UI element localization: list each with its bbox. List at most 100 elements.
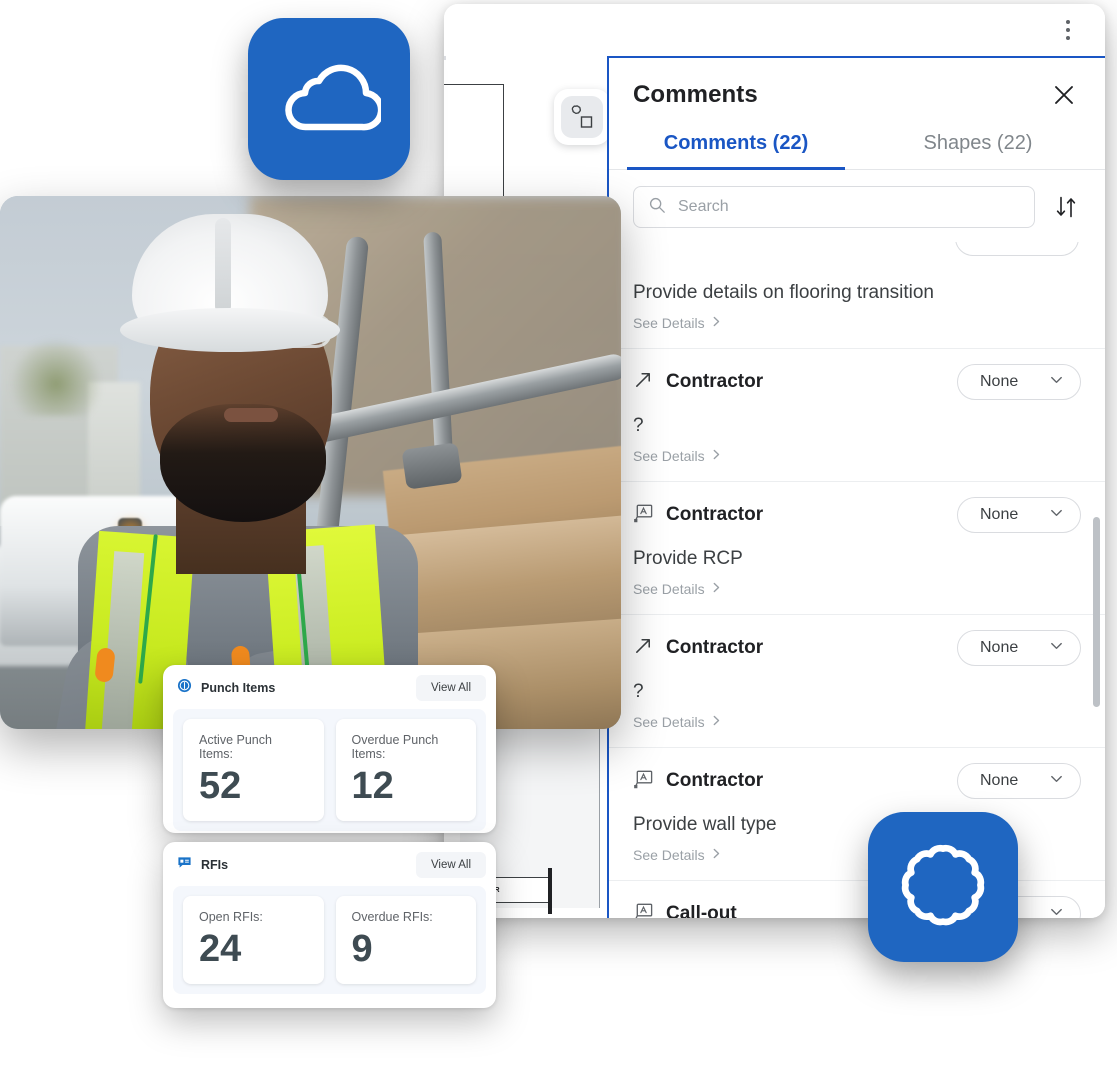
see-details-label: See Details <box>633 448 705 464</box>
tab-comments-label: Comments (22) <box>663 132 809 154</box>
metric-overdue-punch-items: Overdue Punch Items: 12 <box>335 719 476 821</box>
chevron-right-icon <box>711 580 722 598</box>
rfis-header: RFIs View All <box>163 842 496 886</box>
comments-panel-tabs: Comments (22) Shapes (22) <box>609 124 1105 170</box>
see-details-link[interactable]: See Details <box>633 713 1081 731</box>
status-dropdown-value: None <box>980 506 1019 523</box>
page-title: Comments <box>633 81 758 108</box>
status-dropdown[interactable]: None <box>957 763 1081 799</box>
chevron-right-icon <box>711 314 722 332</box>
cloud-app-icon[interactable] <box>248 18 410 180</box>
comment-header: Contractor None <box>633 762 1081 800</box>
revision-cloud-app-icon[interactable] <box>868 812 1018 962</box>
comment-header: Contractor None <box>633 496 1081 534</box>
metric-open-rfis: Open RFIs: 24 <box>183 896 324 984</box>
see-details-link[interactable]: See Details <box>633 447 1081 465</box>
see-details-link[interactable]: See Details <box>633 314 1081 332</box>
metric-value: 9 <box>351 928 373 970</box>
search-input[interactable] <box>678 198 1020 216</box>
jobsite-photo <box>0 196 621 729</box>
callout-text-icon <box>633 768 654 794</box>
status-dropdown[interactable]: None <box>957 630 1081 666</box>
punch-items-view-all-button[interactable]: View All <box>415 675 486 701</box>
chevron-down-icon <box>1049 505 1064 525</box>
scrollbar-thumb[interactable] <box>1093 517 1100 707</box>
metric-label: Active Punch Items: <box>199 733 272 761</box>
tab-shapes-label: Shapes (22) <box>923 132 1033 154</box>
callout-text-icon <box>633 901 654 918</box>
punch-items-metrics: Active Punch Items: 52 Overdue Punch Ite… <box>173 709 486 831</box>
viewer-toolbar <box>444 4 1105 56</box>
comment-type-label: Contractor <box>666 770 764 791</box>
tab-comments[interactable]: Comments (22) <box>615 124 857 170</box>
metric-value: 12 <box>351 765 394 807</box>
chevron-down-icon <box>1049 372 1064 392</box>
comment-body: Provide details on flooring transition <box>633 282 935 303</box>
shapes-tool-button[interactable] <box>554 89 610 145</box>
status-dropdown-value: None <box>980 373 1019 390</box>
comment-type: Contractor <box>633 369 763 395</box>
metric-label: Overdue Punch Items: <box>351 733 439 761</box>
comment-type: Contractor <box>633 502 763 528</box>
sort-arrows-icon[interactable] <box>1049 190 1083 224</box>
chevron-right-icon <box>711 713 722 731</box>
see-details-label: See Details <box>633 581 705 597</box>
list-item-partial <box>609 242 1105 268</box>
see-details-label: See Details <box>633 315 705 331</box>
comment-type: Contractor <box>633 635 763 661</box>
comments-list[interactable]: Provide details on flooring transition S… <box>609 242 1105 918</box>
comment-body: Provide RCP <box>633 548 743 569</box>
chevron-down-icon <box>1049 904 1064 918</box>
punch-items-header: Punch Items View All <box>163 665 496 709</box>
rfis-view-all-button[interactable]: View All <box>415 852 486 878</box>
metric-overdue-rfis: Overdue RFIs: 9 <box>335 896 476 984</box>
status-dropdown[interactable]: None <box>957 364 1081 400</box>
rfis-title: RFIs <box>201 858 229 872</box>
status-dropdown-partial[interactable] <box>955 242 1079 256</box>
see-details-label: See Details <box>633 714 705 730</box>
comment-type-label: Contractor <box>666 371 764 392</box>
comments-panel: Comments Comments (22) Shapes (22) Searc… <box>607 56 1105 918</box>
search-row <box>609 170 1105 242</box>
punch-items-icon <box>177 678 192 698</box>
rfis-metrics: Open RFIs: 24 Overdue RFIs: 9 <box>173 886 486 994</box>
shapes-tool-icon <box>561 96 603 138</box>
metric-label: Overdue RFIs: <box>351 910 433 924</box>
status-dropdown[interactable]: None <box>957 497 1081 533</box>
comment-type: Contractor <box>633 768 763 794</box>
status-dropdown-value: None <box>980 772 1019 789</box>
metric-value: 52 <box>199 765 242 807</box>
see-details-link[interactable]: See Details <box>633 580 1081 598</box>
comment-body: ? <box>633 681 644 702</box>
metric-value: 24 <box>199 928 242 970</box>
search-field-wrapper[interactable] <box>633 186 1035 228</box>
comments-panel-header: Comments <box>609 58 1105 124</box>
metric-active-punch-items: Active Punch Items: 52 <box>183 719 324 821</box>
tab-shapes[interactable]: Shapes (22) <box>857 124 1099 169</box>
comment-header: Contractor None <box>633 363 1081 401</box>
table-row[interactable]: Call-out None Per AV spec, display size … <box>609 881 1105 918</box>
comment-type-label: Call-out <box>666 903 737 918</box>
callout-text-icon <box>633 502 654 528</box>
arrow-icon <box>633 635 654 661</box>
table-row[interactable]: Provide details on flooring transition S… <box>609 282 1105 349</box>
screenshot-stage: LE & NUMBER Comments <box>0 0 1117 1072</box>
table-row[interactable]: Contractor None ? See Details <box>609 349 1105 482</box>
comment-type-label: Contractor <box>666 637 764 658</box>
table-row[interactable]: Contractor None Provide RCP See Details <box>609 482 1105 615</box>
metric-label: Open RFIs: <box>199 910 263 924</box>
status-dropdown-value: None <box>980 639 1019 656</box>
punch-items-card: Punch Items View All Active Punch Items:… <box>163 665 496 833</box>
close-icon[interactable] <box>1049 80 1079 110</box>
chevron-right-icon <box>711 846 722 864</box>
search-icon <box>648 196 666 219</box>
rfis-card: RFIs View All Open RFIs: 24 Overdue RFIs… <box>163 842 496 1008</box>
see-details-label: See Details <box>633 847 705 863</box>
comment-header: Contractor None <box>633 629 1081 667</box>
comment-body: ? <box>633 415 644 436</box>
chevron-right-icon <box>711 447 722 465</box>
rfis-icon <box>177 855 192 875</box>
kebab-menu-icon[interactable] <box>1057 17 1079 43</box>
table-row[interactable]: Contractor None Provide wall type See De… <box>609 748 1105 881</box>
table-row[interactable]: Contractor None ? See Details <box>609 615 1105 748</box>
